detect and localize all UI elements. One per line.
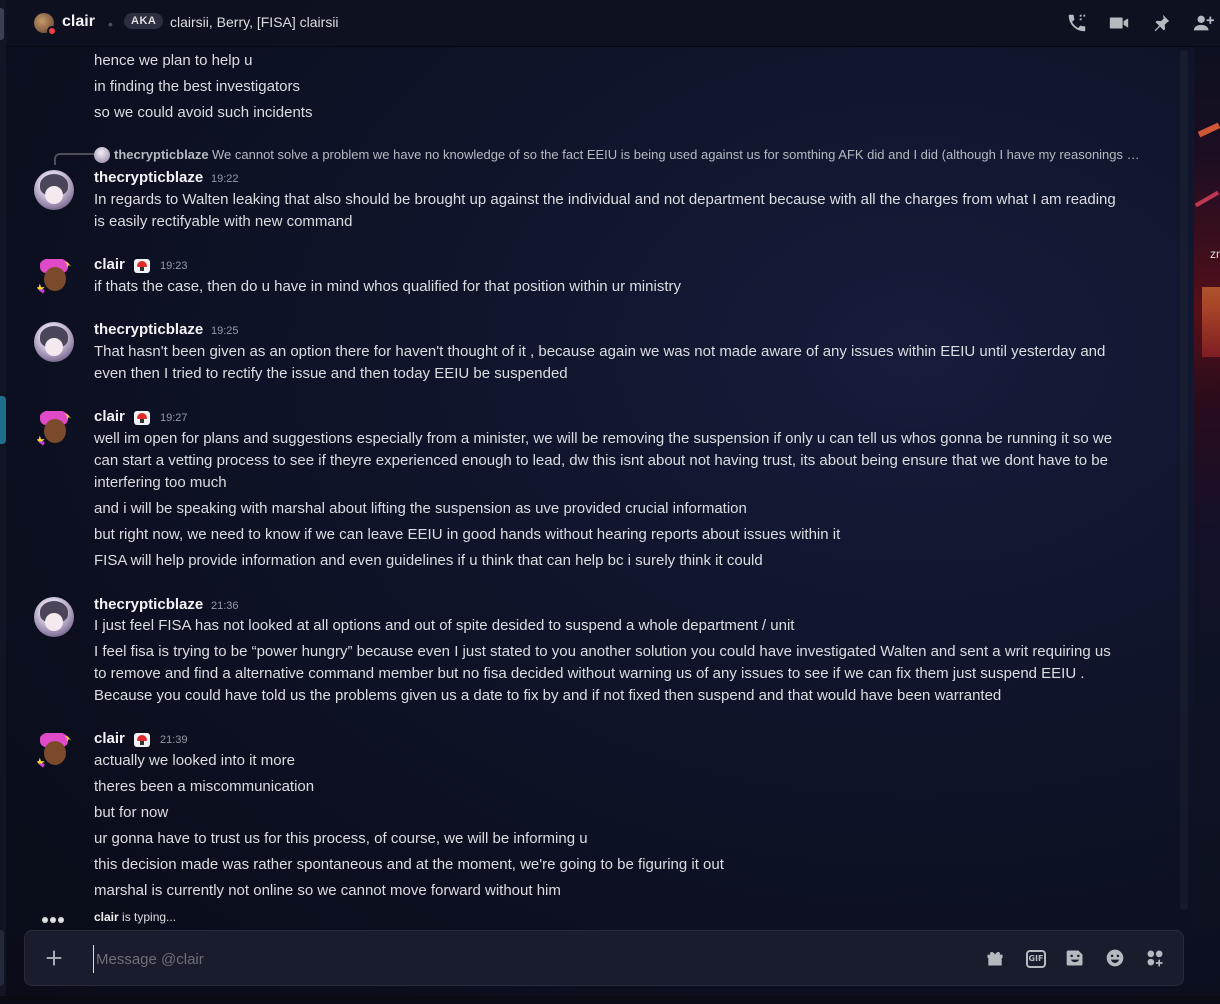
add-friend-icon[interactable] xyxy=(1192,12,1216,36)
pin-icon[interactable] xyxy=(1150,12,1174,36)
banner-text: zn xyxy=(1210,247,1220,261)
message-line: is easily rectifyable with new command xyxy=(94,213,353,230)
message-line: if thats the case, then do u have in min… xyxy=(94,278,681,295)
message-line: I just feel FISA has not looked at all o… xyxy=(94,617,795,634)
role-badge-icon[interactable] xyxy=(134,259,150,273)
message-line: to remove and find a alternative command… xyxy=(94,665,1085,682)
message-line: can start a vetting process to see if th… xyxy=(94,452,1108,469)
scrollbar[interactable] xyxy=(1180,50,1188,910)
message-author[interactable]: thecrypticblaze xyxy=(94,167,203,189)
message-author[interactable]: clair xyxy=(94,728,125,750)
gif-icon[interactable]: GIF xyxy=(1026,950,1046,968)
phone-icon[interactable] xyxy=(1066,12,1090,36)
reply-avatar xyxy=(94,147,110,163)
message-line: Because you could have told us the probl… xyxy=(94,687,1002,704)
message-composer: GIF xyxy=(24,930,1184,986)
message-line: and i will be speaking with marshal abou… xyxy=(94,500,747,517)
message-line: ur gonna have to trust us for this proce… xyxy=(94,830,588,847)
apps-icon[interactable] xyxy=(1145,948,1167,970)
typing-dots-icon xyxy=(42,912,70,926)
message-line: theres been a miscommunication xyxy=(94,778,315,795)
message-line: marshal is currently not online so we ca… xyxy=(94,882,561,899)
message-line: but right now, we need to know if we can… xyxy=(94,526,841,543)
message-timestamp: 19:25 xyxy=(211,325,239,337)
banner-streak xyxy=(1197,122,1220,138)
sticker-icon[interactable] xyxy=(1065,948,1087,970)
gift-icon[interactable] xyxy=(985,948,1007,970)
banner-streak xyxy=(1202,287,1220,357)
message-line: FISA will help provide information and e… xyxy=(94,552,763,569)
typing-user: clair xyxy=(94,910,119,924)
emoji-icon[interactable] xyxy=(1105,948,1127,970)
video-icon[interactable] xyxy=(1108,12,1132,36)
message-timestamp: 21:39 xyxy=(160,734,188,746)
reply-preview[interactable]: We cannot solve a problem we have no kno… xyxy=(212,146,1146,164)
message-line: in finding the best investigators xyxy=(94,78,300,95)
typing-suffix: is typing... xyxy=(118,910,177,924)
message-line: I feel fisa is trying to be “power hungr… xyxy=(94,643,1111,660)
avatar[interactable] xyxy=(34,170,74,210)
dm-header: clair • AKA clairsii, Berry, [FISA] clai… xyxy=(6,0,1220,47)
message-input[interactable] xyxy=(93,945,953,973)
message-line: In regards to Walten leaking that also s… xyxy=(94,191,1116,208)
message-timestamp: 19:22 xyxy=(211,173,239,185)
avatar[interactable]: ★ ★ ♥ xyxy=(34,257,74,297)
sidebar-item-bottom[interactable] xyxy=(0,930,4,986)
header-username[interactable]: clair xyxy=(62,13,95,31)
avatar[interactable]: ★ ★ ♥ xyxy=(34,731,74,771)
header-separator: • xyxy=(108,16,113,32)
message-line: interfering too much xyxy=(94,474,227,491)
message-author[interactable]: clair xyxy=(94,406,125,428)
avatar[interactable] xyxy=(34,322,74,362)
role-badge-icon[interactable] xyxy=(134,733,150,747)
message-author[interactable]: thecrypticblaze xyxy=(94,594,203,616)
reply-author[interactable]: thecrypticblaze xyxy=(114,146,209,164)
banner-streak xyxy=(1194,190,1220,208)
message-timestamp: 19:27 xyxy=(160,412,188,424)
message-timestamp: 21:36 xyxy=(211,600,239,612)
header-avatar[interactable] xyxy=(34,13,57,36)
message-line: but for now xyxy=(94,804,169,821)
message-author[interactable]: clair xyxy=(94,254,125,276)
avatar[interactable]: ★ ★ ♥ xyxy=(34,409,74,449)
profile-banner: zn xyxy=(1194,47,1220,927)
message-line: That hasn't been given as an option ther… xyxy=(94,343,1106,360)
window-bottom-edge xyxy=(0,996,1220,1004)
aka-badge: AKA xyxy=(124,13,164,29)
sidebar-item-top[interactable] xyxy=(0,8,4,40)
message-line: well im open for plans and suggestions e… xyxy=(94,430,1113,447)
message-list: hence we plan to help u in finding the b… xyxy=(6,47,1176,924)
avatar[interactable] xyxy=(34,597,74,637)
message-author[interactable]: thecrypticblaze xyxy=(94,319,203,341)
role-badge-icon[interactable] xyxy=(134,411,150,425)
plus-icon[interactable] xyxy=(43,947,67,971)
message-timestamp: 19:23 xyxy=(160,260,188,272)
message-line: so we could avoid such incidents xyxy=(94,104,313,121)
message-line: this decision made was rather spontaneou… xyxy=(94,856,724,873)
message-line: even then I tried to rectify the issue a… xyxy=(94,365,568,382)
message-line: hence we plan to help u xyxy=(94,52,253,69)
aka-names: clairsii, Berry, [FISA] clairsii xyxy=(170,14,339,30)
message-line: actually we looked into it more xyxy=(94,752,295,769)
reply-spine xyxy=(54,153,94,165)
dnd-status-icon xyxy=(47,26,57,36)
